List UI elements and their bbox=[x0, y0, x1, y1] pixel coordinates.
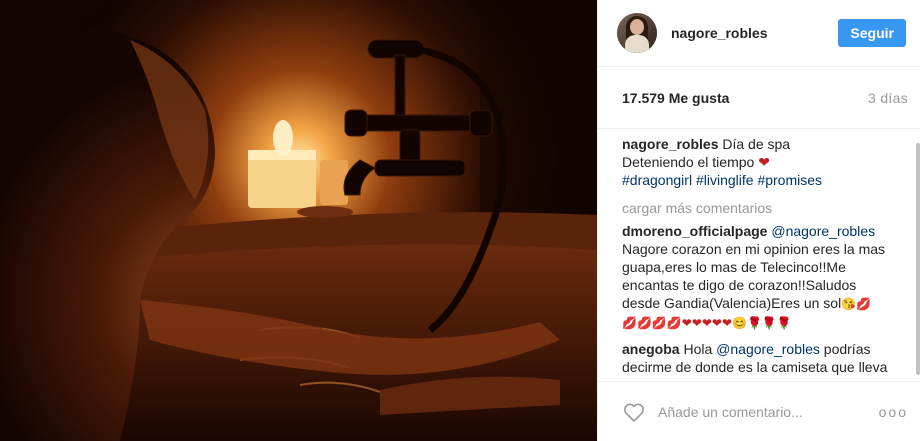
comment: dmoreno_officialpage @nagore_robles Nago… bbox=[622, 222, 896, 332]
add-comment-input[interactable] bbox=[656, 402, 879, 421]
hashtag[interactable]: #promises bbox=[757, 172, 822, 188]
caption-username[interactable]: nagore_robles bbox=[622, 136, 718, 152]
caption-line1: Día de spa bbox=[722, 136, 791, 152]
scrollbar-thumb[interactable] bbox=[916, 143, 920, 375]
comment-footer: ooo bbox=[598, 381, 920, 441]
comment: anegoba Hola @nagore_robles podrías deci… bbox=[622, 340, 896, 380]
post-header: nagore_robles Seguir bbox=[598, 0, 920, 67]
post-author-username[interactable]: nagore_robles bbox=[671, 25, 838, 41]
likes-row: 17.579 Me gusta 3 días bbox=[598, 67, 920, 129]
post-age[interactable]: 3 días bbox=[868, 90, 908, 106]
comment-mention[interactable]: @nagore_robles bbox=[716, 341, 820, 357]
comment-emoji: 😘💋 bbox=[841, 297, 872, 311]
post-sidebar: nagore_robles Seguir 17.579 Me gusta 3 d… bbox=[597, 0, 920, 441]
comment-username[interactable]: dmoreno_officialpage bbox=[622, 223, 767, 239]
comments-scrollbar[interactable] bbox=[916, 143, 920, 375]
hashtag[interactable]: #livinglife bbox=[696, 172, 754, 188]
comments-list[interactable]: nagore_robles Día de spa Deteniendo el t… bbox=[598, 128, 908, 380]
load-more-comments[interactable]: cargar más comentarios bbox=[622, 199, 896, 217]
post-photo[interactable] bbox=[0, 0, 597, 441]
comment-username[interactable]: anegoba bbox=[622, 341, 680, 357]
bath-scene-image bbox=[0, 0, 597, 441]
caption: nagore_robles Día de spa Deteniendo el t… bbox=[622, 135, 896, 189]
more-options-icon[interactable]: ooo bbox=[879, 404, 908, 420]
heart-outline-icon[interactable] bbox=[622, 400, 646, 424]
caption-line2: Deteniendo el tiempo bbox=[622, 154, 755, 170]
avatar[interactable] bbox=[617, 13, 657, 53]
hashtag[interactable]: #dragongirl bbox=[622, 172, 692, 188]
heart-emoji: ❤ bbox=[758, 154, 770, 170]
instagram-post: nagore_robles Seguir 17.579 Me gusta 3 d… bbox=[0, 0, 920, 441]
follow-button[interactable]: Seguir bbox=[838, 19, 906, 47]
comment-emoji-line: 💋💋💋💋❤❤❤❤❤😊🌹🌹🌹 bbox=[622, 316, 792, 330]
comment-prefix: Hola bbox=[683, 341, 713, 357]
likes-count[interactable]: 17.579 Me gusta bbox=[622, 90, 729, 106]
comment-mention[interactable]: @nagore_robles bbox=[771, 223, 875, 239]
